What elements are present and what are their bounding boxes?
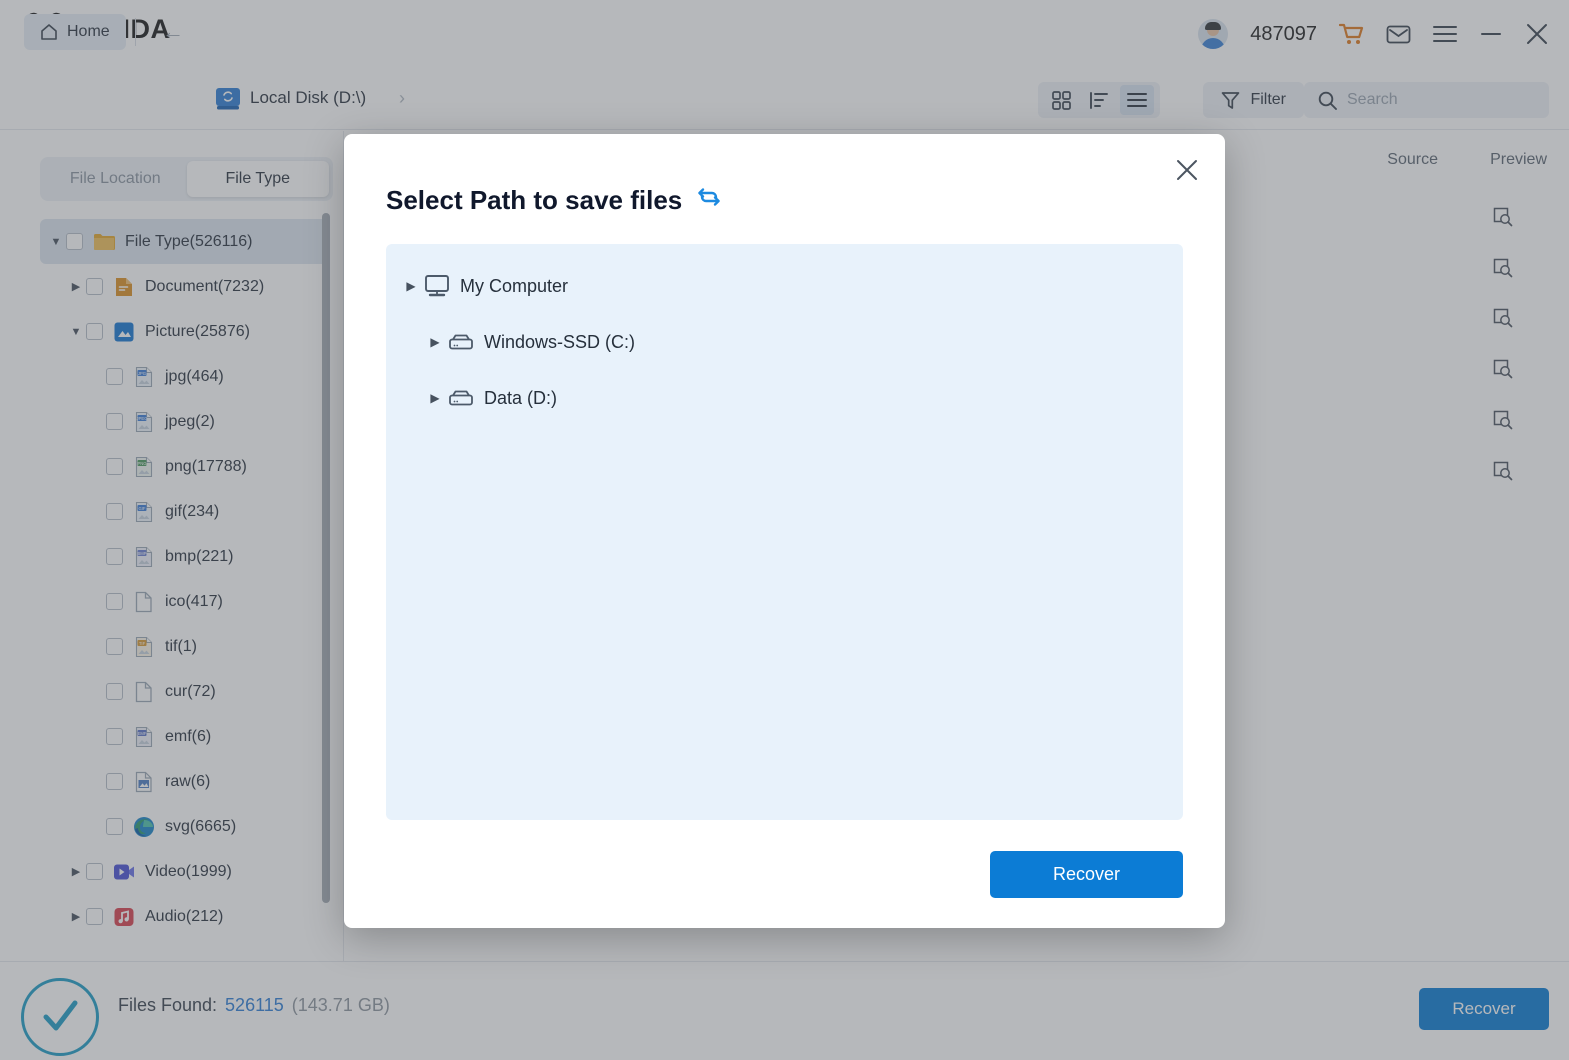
drive-icon [448, 330, 474, 354]
application-window: PANDA 487097 [0, 0, 1569, 1060]
path-item-label: Windows-SSD (C:) [484, 331, 636, 352]
dialog-close-icon[interactable] [1171, 154, 1203, 186]
save-path-dialog: Select Path to save files ▶ My Computer ▶ W… [344, 134, 1225, 928]
path-tree-panel: ▶ My Computer ▶ Windows-SSD (C:) ▶ Data (D:) [386, 244, 1183, 820]
path-item-my-computer[interactable]: ▶ My Computer [386, 258, 1183, 314]
path-item-data-d[interactable]: ▶ Data (D:) [386, 370, 1183, 426]
caret-right-icon[interactable]: ▶ [398, 279, 424, 293]
dialog-recover-button[interactable]: Recover [990, 851, 1183, 898]
dialog-title-row: Select Path to save files [386, 184, 722, 217]
drive-icon [448, 386, 474, 410]
refresh-icon[interactable] [696, 184, 722, 217]
dialog-title: Select Path to save files [386, 185, 683, 215]
path-item-windows-ssd-c[interactable]: ▶ Windows-SSD (C:) [386, 314, 1183, 370]
caret-right-icon[interactable]: ▶ [422, 391, 448, 405]
computer-icon [424, 274, 450, 298]
path-item-label: Data (D:) [484, 387, 558, 408]
caret-right-icon[interactable]: ▶ [422, 335, 448, 349]
path-item-label: My Computer [460, 275, 569, 296]
